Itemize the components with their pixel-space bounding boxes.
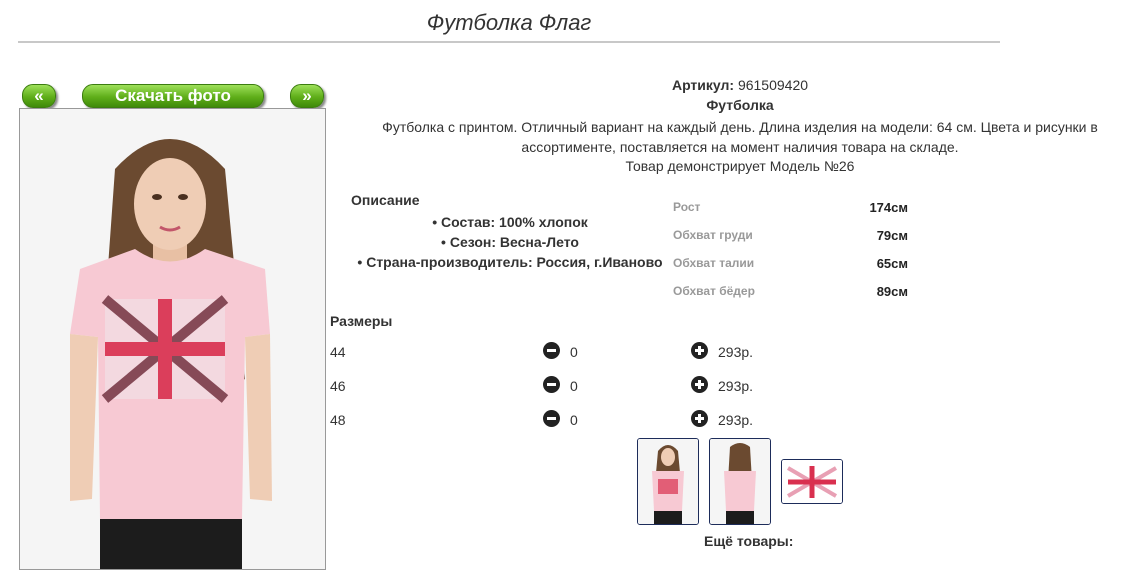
article-line: Артикул: 961509420 — [330, 77, 1128, 93]
quantity-value: 0 — [570, 344, 578, 360]
model-note: Товар демонстрирует Модель №26 — [625, 158, 855, 174]
size-row: 48 0 293р. — [330, 410, 790, 432]
thumbnail-print[interactable] — [781, 459, 843, 504]
measurement-row: Рост 174см — [673, 200, 913, 228]
measurement-label: Обхват груди — [673, 228, 753, 242]
size-label: 46 — [330, 378, 346, 394]
description-item: Состав: 100% хлопок — [345, 212, 675, 232]
measurement-value: 79см — [876, 228, 908, 243]
thumbnail-back-image — [710, 439, 770, 524]
measurement-row: Обхват талии 65см — [673, 256, 913, 284]
plus-icon[interactable] — [691, 410, 708, 427]
thumbnail-print-image — [782, 460, 842, 503]
measurement-row: Обхват бёдер 89см — [673, 284, 913, 312]
plus-icon[interactable] — [691, 376, 708, 393]
measurements-table: Рост 174см Обхват груди 79см Обхват тали… — [673, 200, 913, 312]
prev-photo-button[interactable]: « — [22, 84, 56, 108]
quantity-value: 0 — [570, 412, 578, 428]
page-title: Футболка Флаг — [426, 10, 592, 35]
thumbnail-front[interactable] — [637, 438, 699, 525]
description-heading: Описание — [351, 192, 420, 208]
thumbnail-back[interactable] — [709, 438, 771, 525]
price-value: 293р. — [718, 378, 754, 394]
measurement-value: 65см — [876, 256, 908, 271]
description-item: Сезон: Весна-Лето — [345, 232, 675, 252]
minus-icon[interactable] — [543, 342, 560, 359]
title-divider — [18, 41, 1000, 43]
measurement-row: Обхват груди 79см — [673, 228, 913, 256]
price-value: 293р. — [718, 344, 754, 360]
size-row: 44 0 293р. — [330, 342, 790, 364]
plus-icon[interactable] — [691, 342, 708, 359]
product-description: Футболка с принтом. Отличный вариант на … — [382, 119, 1098, 155]
article-value: 961509420 — [737, 77, 809, 93]
quantity-value: 0 — [570, 378, 578, 394]
size-label: 44 — [330, 344, 346, 360]
minus-icon[interactable] — [543, 410, 560, 427]
size-label: 48 — [330, 412, 346, 428]
measurement-value: 174см — [869, 200, 908, 215]
price-value: 293р. — [718, 412, 754, 428]
model-figure-illustration — [20, 109, 325, 569]
download-photo-button[interactable]: Скачать фото — [82, 84, 264, 108]
next-photo-button[interactable]: » — [290, 84, 324, 108]
measurement-label: Обхват талии — [673, 256, 755, 270]
minus-icon[interactable] — [543, 376, 560, 393]
main-product-photo[interactable] — [19, 108, 326, 570]
more-products-heading: Ещё товары: — [704, 533, 794, 549]
measurement-label: Рост — [673, 200, 701, 214]
product-type: Футболка — [706, 97, 774, 113]
description-list: Состав: 100% хлопок Сезон: Весна-Лето Ст… — [345, 212, 675, 272]
measurement-label: Обхват бёдер — [673, 284, 755, 298]
description-item: Страна-производитель: Россия, г.Иваново — [345, 252, 675, 272]
measurement-value: 89см — [876, 284, 908, 299]
sizes-heading: Размеры — [330, 313, 393, 329]
thumbnail-front-image — [638, 439, 698, 524]
article-label: Артикул: — [671, 77, 735, 93]
size-row: 46 0 293р. — [330, 376, 790, 398]
